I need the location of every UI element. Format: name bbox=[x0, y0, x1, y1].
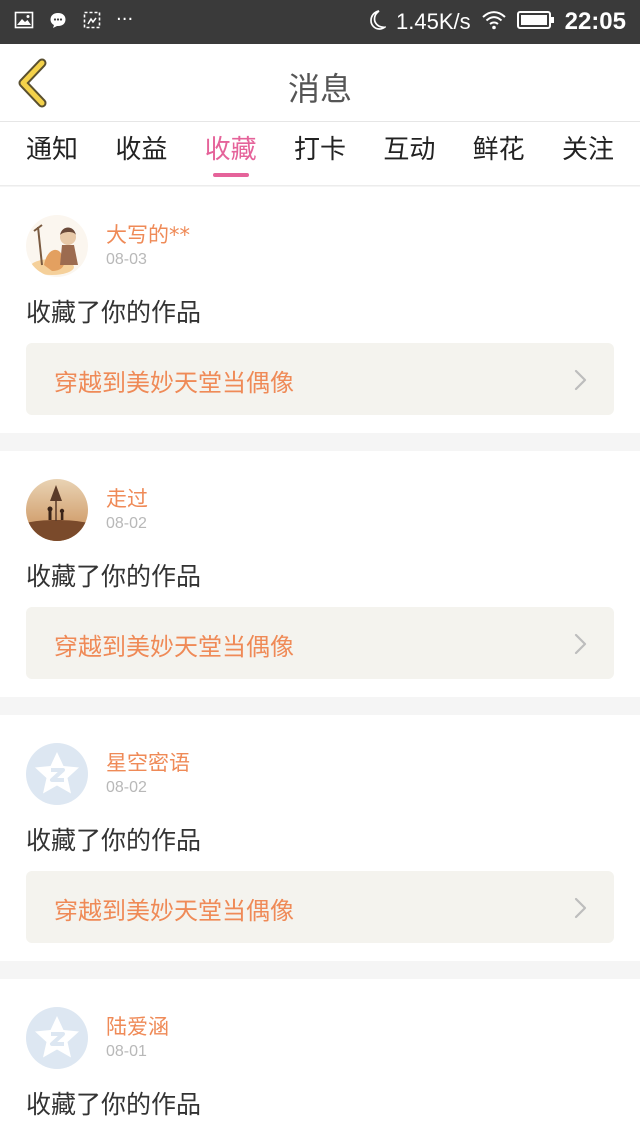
chat-icon bbox=[48, 10, 68, 30]
message-text: 收藏了你的作品 bbox=[26, 562, 202, 591]
work-link[interactable]: 穿越到美妙天堂当偶像 bbox=[26, 343, 614, 415]
work-link[interactable]: 穿越到美妙天堂当偶像 bbox=[26, 607, 614, 679]
message-card: 星空密语 08-02 收藏了你的作品 穿越到美妙天堂当偶像 bbox=[0, 715, 640, 961]
message-date: 08-02 bbox=[106, 515, 147, 532]
page-title: 消息 bbox=[287, 70, 352, 108]
more-notifications-indicator: ··· bbox=[116, 9, 134, 30]
avatar[interactable] bbox=[26, 743, 88, 805]
work-title: 穿越到美妙天堂当偶像 bbox=[54, 369, 294, 397]
image-icon bbox=[14, 10, 34, 30]
tab-interactions[interactable]: 互动 bbox=[383, 122, 435, 185]
network-speed: 1.45K/s bbox=[396, 9, 471, 34]
tab-follows[interactable]: 关注 bbox=[562, 122, 614, 185]
chevron-right-icon bbox=[574, 633, 587, 655]
message-card: 陆爱涵 08-01 收藏了你的作品 bbox=[0, 979, 640, 1138]
avatar[interactable] bbox=[26, 479, 88, 541]
user-name[interactable]: 走过 bbox=[106, 483, 148, 513]
status-left-icons: ··· bbox=[14, 10, 133, 30]
tab-notifications[interactable]: 通知 bbox=[26, 122, 78, 185]
battery-icon bbox=[516, 10, 555, 34]
message-card: 走过 08-02 收藏了你的作品 穿越到美妙天堂当偶像 bbox=[0, 451, 640, 697]
message-date: 08-02 bbox=[106, 779, 147, 796]
user-name[interactable]: 星空密语 bbox=[106, 747, 190, 777]
message-text: 收藏了你的作品 bbox=[26, 826, 202, 855]
chevron-right-icon bbox=[574, 897, 587, 919]
tab-flowers[interactable]: 鲜花 bbox=[473, 122, 525, 185]
message-date: 08-03 bbox=[106, 251, 147, 268]
user-name[interactable]: 大写的** bbox=[106, 219, 190, 249]
message-text: 收藏了你的作品 bbox=[26, 1090, 202, 1119]
work-link[interactable]: 穿越到美妙天堂当偶像 bbox=[26, 871, 614, 943]
avatar[interactable] bbox=[26, 215, 88, 277]
tab-checkin[interactable]: 打卡 bbox=[294, 122, 346, 185]
avatar[interactable] bbox=[26, 1007, 88, 1069]
clock: 22:05 bbox=[564, 8, 626, 35]
tab-earnings[interactable]: 收益 bbox=[115, 122, 167, 185]
tab-favorites[interactable]: 收藏 bbox=[205, 122, 257, 185]
wifi-icon bbox=[481, 10, 507, 34]
moon-icon bbox=[366, 9, 388, 35]
tab-bar: 通知 收益 收藏 打卡 互动 鲜花 关注 bbox=[0, 122, 640, 186]
message-text: 收藏了你的作品 bbox=[26, 298, 202, 327]
message-date: 08-01 bbox=[106, 1043, 147, 1060]
status-bar: ··· 1.45K/s 22:05 bbox=[0, 0, 640, 44]
work-title: 穿越到美妙天堂当偶像 bbox=[54, 633, 294, 661]
chevron-right-icon bbox=[574, 369, 587, 391]
status-right: 1.45K/s 22:05 bbox=[366, 8, 626, 36]
nav-header: 消息 bbox=[0, 44, 640, 122]
message-card: 大写的** 08-03 收藏了你的作品 穿越到美妙天堂当偶像 bbox=[0, 187, 640, 433]
work-title: 穿越到美妙天堂当偶像 bbox=[54, 897, 294, 925]
screenshot-icon bbox=[82, 10, 102, 30]
user-name[interactable]: 陆爱涵 bbox=[106, 1011, 169, 1041]
